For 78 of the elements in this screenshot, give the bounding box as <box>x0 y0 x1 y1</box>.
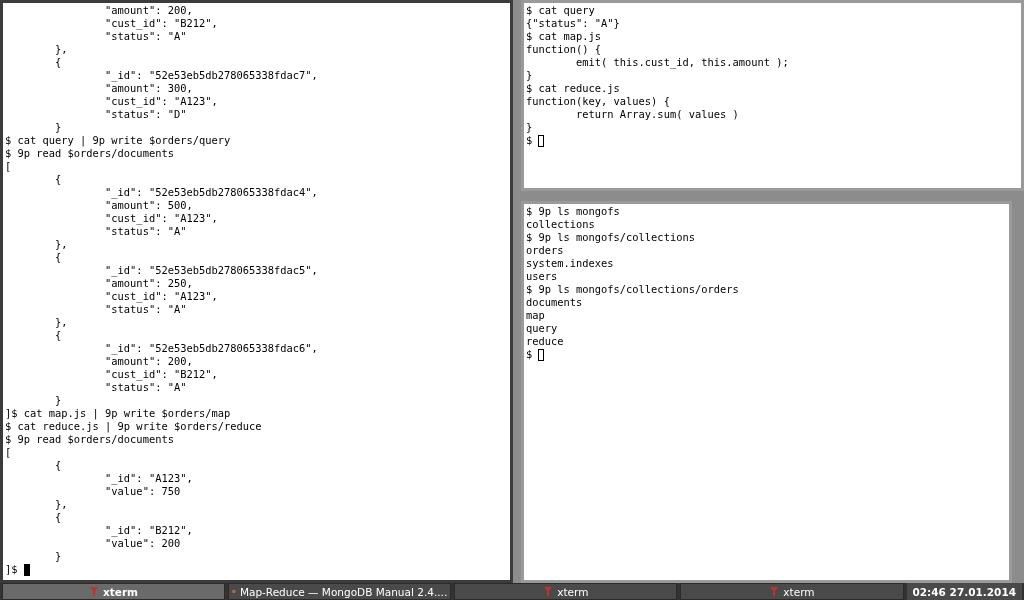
terminal-line: "status": "A" <box>104 381 187 394</box>
terminal-line: map <box>526 309 545 322</box>
terminal-line: $ cat map.js <box>526 30 602 43</box>
terminal-line: $ cat query <box>526 4 595 17</box>
terminal-line: system.indexes <box>526 257 614 270</box>
terminal-line: orders <box>526 244 564 257</box>
terminal-line: } <box>54 121 62 134</box>
taskbar-item[interactable]: Map-Reduce — MongoDB Manual 2.4.... <box>228 583 452 600</box>
terminal-line: "value": 200 <box>104 537 181 550</box>
terminal-line: documents <box>526 296 583 309</box>
terminal-line: [ <box>5 160 12 173</box>
terminal-line: $ <box>526 348 533 361</box>
terminal-line: "amount": 500, <box>104 199 193 212</box>
terminal-line: {"status": "A"} <box>526 17 620 30</box>
terminal-window[interactable]: $ 9p ls mongofs collections $ 9p ls mongofs/collections orders system.indexes users $ 9p ls mongofs/collections/orders documents map query reduce $ <box>521 201 1012 583</box>
terminal-line: [ <box>5 446 12 459</box>
terminal-line: { <box>54 173 62 186</box>
terminal-line: "status": "A" <box>104 303 187 316</box>
terminal-line: "_id": "52e53eb5db278065338fdac6", <box>104 342 318 355</box>
terminal-icon <box>89 586 100 597</box>
terminal-line: "cust_id": "A123", <box>104 290 218 303</box>
terminal-line: { <box>54 251 62 264</box>
terminal-line: $ 9p ls mongofs/collections <box>526 231 695 244</box>
terminal-line: $ cat query | 9p write $orders/query <box>5 134 231 147</box>
terminal-line: return Array.sum( values ) <box>575 108 739 121</box>
terminal-line: $ cat reduce.js | 9p write $orders/reduce <box>5 420 262 433</box>
terminal-icon <box>543 586 554 597</box>
terminal-line: $ 9p read $orders/documents <box>5 433 174 446</box>
terminal-line: "cust_id": "B212", <box>104 17 218 30</box>
terminal-line: } <box>526 69 533 82</box>
terminal-line: function(key, values) { <box>526 95 670 108</box>
terminal-line: { <box>54 511 62 524</box>
terminal-line: $ <box>526 134 533 147</box>
terminal-line: ]$ cat map.js | 9p write $orders/map <box>5 407 231 420</box>
terminal-window[interactable] <box>0 0 513 583</box>
terminal-line: "status": "A" <box>104 225 187 238</box>
terminal-line: collections <box>526 218 595 231</box>
clock: 02:46 27.01.2014 <box>906 583 1022 600</box>
terminal-line: } <box>526 121 533 134</box>
terminal-line: "cust_id": "A123", <box>104 212 218 225</box>
terminal-window[interactable]: $ cat query {"status": "A"} $ cat map.js function() { emit( this.cust_id, this.amount ); } $ cat reduce.js function(key, values) { return Array.sum( values ) } $ <box>521 0 1024 191</box>
terminal-line: "_id": "B212", <box>104 524 193 537</box>
terminal-line: }, <box>54 498 68 511</box>
terminal-line: emit( this.cust_id, this.amount ); <box>575 56 789 69</box>
terminal-line: $ cat reduce.js <box>526 82 620 95</box>
terminal-line: "_id": "52e53eb5db278065338fdac5", <box>104 264 318 277</box>
terminal-line: "value": 750 <box>104 485 181 498</box>
terminal-line: $ 9p ls mongofs <box>526 205 620 218</box>
terminal-line: "amount": 200, <box>104 4 193 17</box>
terminal-line: }, <box>54 238 68 251</box>
taskbar-item[interactable]: xterm <box>2 583 226 600</box>
terminal-line: query <box>526 322 558 335</box>
terminal-line: $ 9p ls mongofs/collections/orders <box>526 283 739 296</box>
terminal-line: function() { <box>526 43 602 56</box>
terminal-line: "amount": 200, <box>104 355 193 368</box>
terminal-line: "status": "A" <box>104 30 187 43</box>
terminal-line: "status": "D" <box>104 108 187 121</box>
terminal-line: $ 9p read $orders/documents <box>5 147 174 160</box>
terminal-line: reduce <box>526 335 564 348</box>
terminal-line: { <box>54 459 62 472</box>
terminal-line: "amount": 300, <box>104 82 193 95</box>
terminal-line: } <box>54 550 62 563</box>
terminal-line: ]$ <box>5 563 18 576</box>
terminal-line: }, <box>54 316 68 329</box>
terminal-line: }, <box>54 43 68 56</box>
taskbar-item[interactable]: xterm <box>454 583 678 600</box>
terminal-line: "cust_id": "B212", <box>104 368 218 381</box>
terminal-line: "amount": 250, <box>104 277 193 290</box>
taskbar-item[interactable]: xterm <box>680 583 904 600</box>
terminal-line: } <box>54 394 62 407</box>
terminal-line: users <box>526 270 558 283</box>
terminal-line: "_id": "52e53eb5db278065338fdac7", <box>104 69 318 82</box>
terminal-line: "_id": "A123", <box>104 472 193 485</box>
terminal-line: { <box>54 56 62 69</box>
terminal-line: { <box>54 329 62 342</box>
terminal-line: "_id": "52e53eb5db278065338fdac4", <box>104 186 318 199</box>
terminal-line: "cust_id": "A123", <box>104 95 218 108</box>
terminal-icon <box>769 586 780 597</box>
